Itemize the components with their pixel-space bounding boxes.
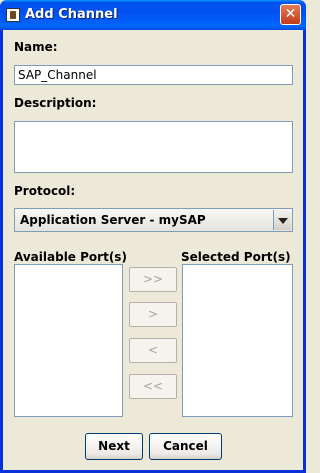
remove-all-ports-button[interactable]: << [129,374,177,399]
title-bar[interactable]: Add Channel ✕ [0,0,306,30]
available-ports-list[interactable] [14,264,123,417]
remove-port-button[interactable]: < [129,338,177,363]
close-button[interactable]: ✕ [280,4,301,25]
description-label: Description: [14,96,97,110]
name-field[interactable] [14,65,293,85]
add-port-button[interactable]: > [129,302,177,327]
name-label: Name: [14,40,58,54]
selected-ports-list[interactable] [182,264,293,417]
window-title: Add Channel [25,7,118,22]
protocol-selected-value: Application Server - mySAP [20,213,206,227]
protocol-dropdown[interactable]: Application Server - mySAP [14,208,293,232]
chevron-down-icon[interactable] [273,210,291,230]
available-ports-label: Available Port(s) [14,250,127,264]
add-all-ports-button[interactable]: >> [129,267,177,292]
app-icon [6,8,20,22]
next-button[interactable]: Next [85,433,143,460]
selected-ports-label: Selected Port(s) [181,250,291,264]
protocol-label: Protocol: [14,184,76,198]
cancel-button[interactable]: Cancel [149,433,222,460]
description-field[interactable] [14,121,293,173]
